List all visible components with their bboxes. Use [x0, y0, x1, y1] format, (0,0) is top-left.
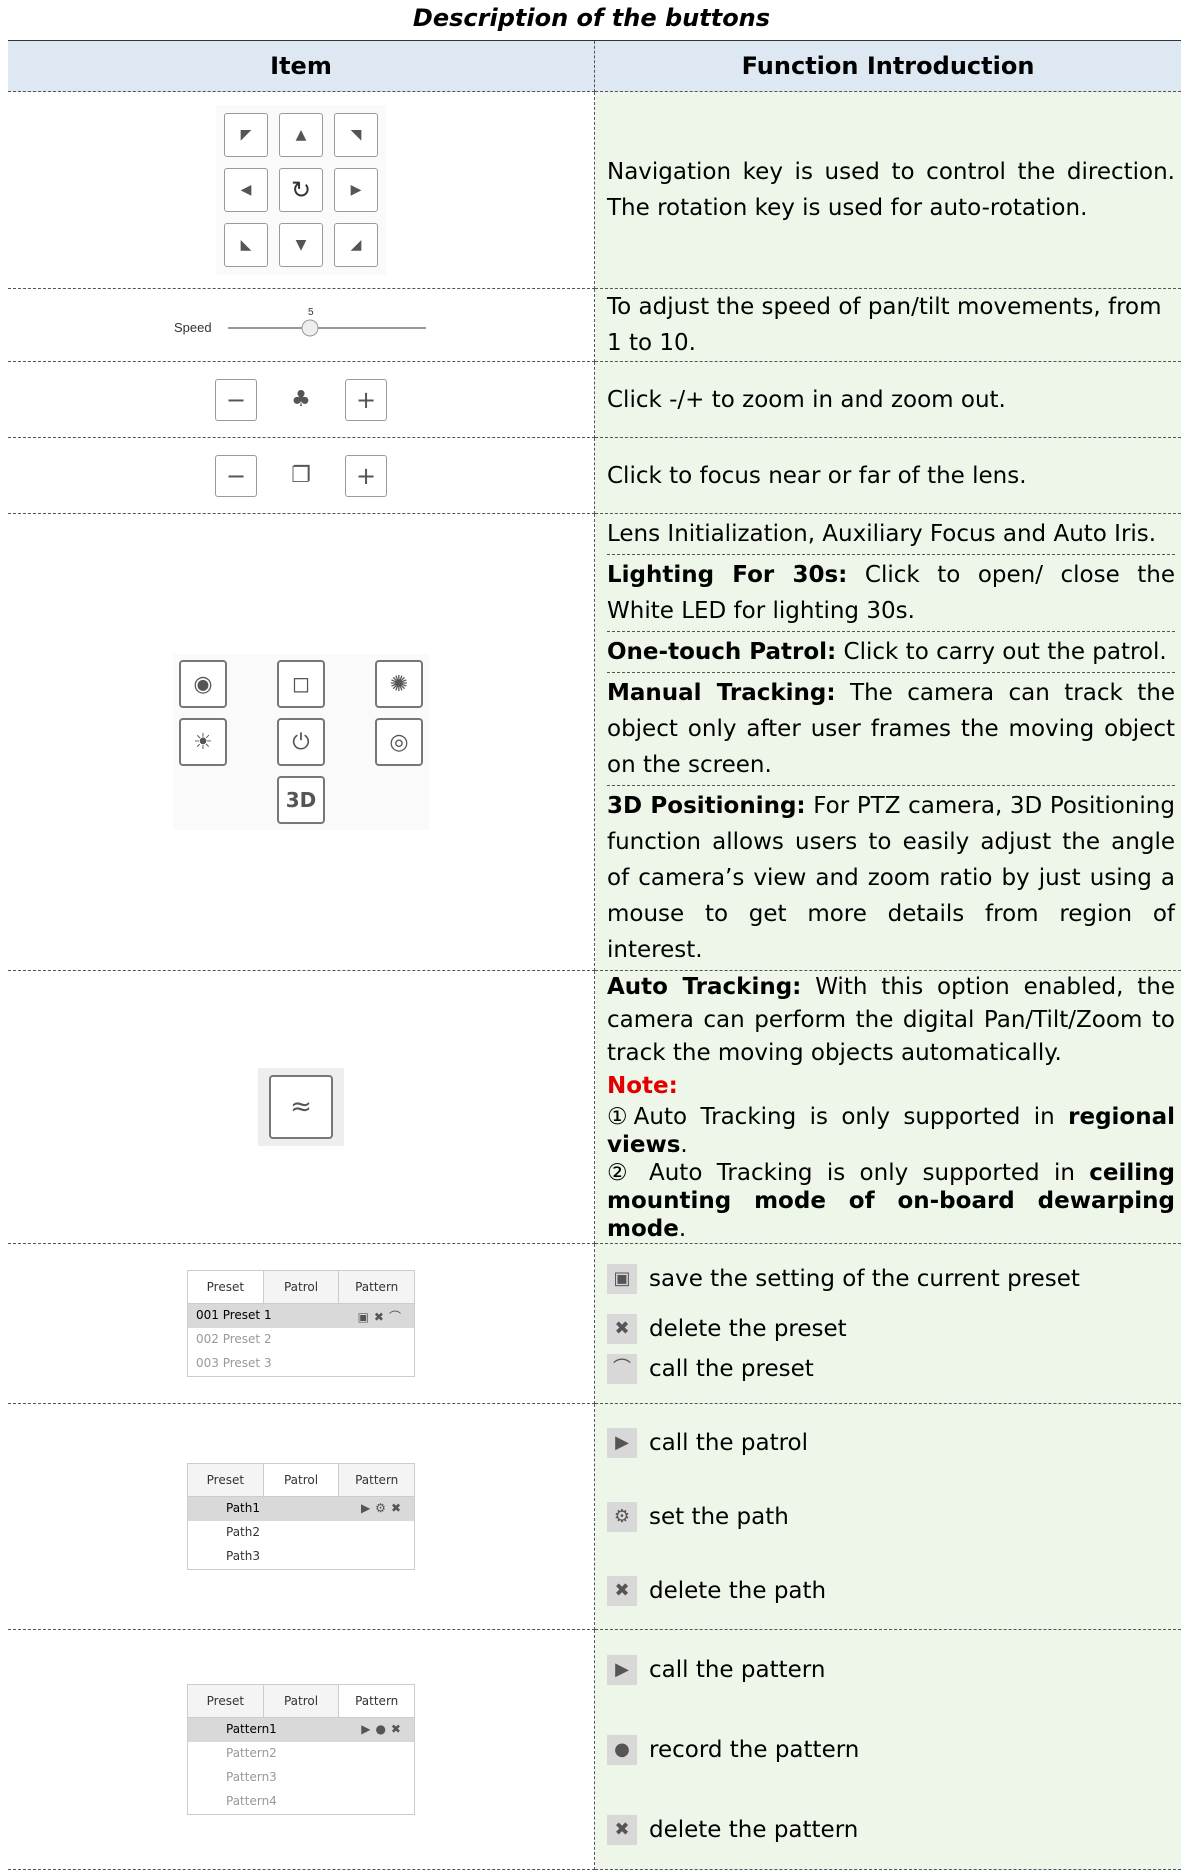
focus-far-button[interactable]: + [345, 454, 387, 497]
icon-group-description: Lens Initialization, Auxiliary Focus and… [594, 513, 1181, 971]
patrol-description: ▶ call the patrol ⚙ set the path ✖ delete t… [594, 1403, 1181, 1630]
down-right-arrow-icon[interactable]: ◢ [334, 223, 378, 267]
right-arrow-icon[interactable]: ▶ [334, 168, 378, 212]
buttons-table: Item Function Introduction ◤ ▲ ◥ ◀ ↻ ▶ ◣… [8, 40, 1181, 1870]
auxiliary-focus-icon[interactable]: ◻ [277, 660, 325, 708]
tab-pattern[interactable]: Pattern [339, 1685, 415, 1717]
preset-panel: Preset Patrol Pattern 001 Preset 1 ▣✖⌒ 00… [187, 1270, 415, 1377]
table-row: Preset Patrol Pattern Path1 ▶⚙✖ Path2 Pat… [8, 1403, 1181, 1630]
play-icon: ▶ [607, 1654, 637, 1685]
tab-patrol[interactable]: Patrol [263, 1685, 340, 1717]
3d-positioning-icon[interactable]: 3D [277, 776, 325, 824]
record-icon: ● [607, 1734, 637, 1765]
list-item[interactable]: Path3 [188, 1545, 414, 1569]
auto-iris-icon[interactable]: ✺ [375, 660, 423, 708]
zoom-cell: − ♣ + [8, 361, 595, 438]
tab-preset[interactable]: Preset [188, 1271, 264, 1303]
up-left-arrow-icon[interactable]: ◤ [224, 113, 268, 157]
table-row: Preset Patrol Pattern 001 Preset 1 ▣✖⌒ 00… [8, 1243, 1181, 1404]
speed-slider-cell: Speed 5 [8, 288, 595, 362]
tab-pattern[interactable]: Pattern [339, 1464, 415, 1496]
lens-init-icon[interactable]: ◉ [179, 660, 227, 708]
table-row: ◤ ▲ ◥ ◀ ↻ ▶ ◣ ▼ ◢ Navigation key is used… [8, 91, 1181, 289]
nav-pad-cell: ◤ ▲ ◥ ◀ ↻ ▶ ◣ ▼ ◢ [8, 91, 595, 289]
focus-near-button[interactable]: − [215, 454, 257, 497]
up-arrow-icon[interactable]: ▲ [279, 113, 323, 157]
auto-tracking-icon[interactable]: ≈ [269, 1075, 333, 1139]
list-item[interactable]: 003 Preset 3 [188, 1352, 414, 1376]
list-item[interactable]: 002 Preset 2 [188, 1328, 414, 1352]
one-touch-patrol-icon[interactable]: ⏻ [277, 718, 325, 766]
speed-handle [301, 319, 319, 337]
table-row: − ♣ + Click -/+ to zoom in and zoom out. [8, 361, 1181, 438]
tab-patrol[interactable]: Patrol [263, 1271, 340, 1303]
list-item[interactable]: Pattern2 [188, 1742, 414, 1766]
left-arrow-icon[interactable]: ◀ [224, 168, 268, 212]
list-item[interactable]: Pattern1 ▶●✖ [188, 1718, 414, 1742]
lens-line: Lens Initialization, Auxiliary Focus and… [607, 514, 1175, 555]
pattern-panel: Preset Patrol Pattern Pattern1 ▶●✖ Patter… [187, 1684, 415, 1815]
manual-tracking-line: Manual Tracking: The camera can track th… [607, 673, 1175, 786]
table-row: Preset Patrol Pattern Pattern1 ▶●✖ Patter… [8, 1629, 1181, 1870]
patrol-line: One-touch Patrol: Click to carry out the… [607, 632, 1175, 673]
table-row: ≈ Auto Tracking: With this option enable… [8, 970, 1181, 1244]
preset-description: ▣ save the setting of the current preset … [594, 1243, 1181, 1404]
focus-icon: ❐ [291, 463, 311, 488]
list-item[interactable]: Path1 ▶⚙✖ [188, 1497, 414, 1521]
tab-pattern[interactable]: Pattern [339, 1271, 415, 1303]
list-item[interactable]: Path2 [188, 1521, 414, 1545]
speed-description: To adjust the speed of pan/tilt movement… [594, 288, 1181, 362]
speed-slider[interactable]: Speed 5 [166, 302, 436, 342]
nav-pad: ◤ ▲ ◥ ◀ ↻ ▶ ◣ ▼ ◢ [216, 105, 386, 275]
auto-tracking-cell: ≈ [8, 970, 595, 1244]
call-icon: ⌒ [607, 1353, 637, 1384]
header-function: Function Introduction [594, 40, 1181, 92]
speed-value: 5 [308, 307, 314, 318]
table-row: − ❐ + Click to focus near or far of the … [8, 437, 1181, 514]
list-item[interactable]: 001 Preset 1 ▣✖⌒ [188, 1304, 414, 1328]
auto-tracking-description: Auto Tracking: With this option enabled,… [594, 970, 1181, 1244]
gear-icon: ⚙ [607, 1501, 637, 1532]
patrol-panel: Preset Patrol Pattern Path1 ▶⚙✖ Path2 Pat… [187, 1463, 415, 1570]
table-row: Speed 5 To adjust the speed of pan/tilt … [8, 288, 1181, 362]
tab-preset[interactable]: Preset [188, 1464, 264, 1496]
zoom-description: Click -/+ to zoom in and zoom out. [594, 361, 1181, 438]
delete-icon: ✖ [607, 1814, 637, 1845]
table-row: ◉ ◻ ✺ ☀ ⏻ ◎ 3D Lens Initialization, Auxi… [8, 513, 1181, 971]
patrol-panel-cell: Preset Patrol Pattern Path1 ▶⚙✖ Path2 Pat… [8, 1403, 595, 1630]
save-icon: ▣ [607, 1263, 637, 1294]
pattern-description: ▶ call the pattern ● record the pattern ✖ d… [594, 1629, 1181, 1870]
document-title: Description of the buttons [412, 4, 771, 32]
trees-icon: ♣ [291, 387, 311, 412]
note-label: Note: [607, 1073, 678, 1099]
lighting-icon[interactable]: ☀ [179, 718, 227, 766]
zoom-out-button[interactable]: − [215, 378, 257, 421]
focus-description: Click to focus near or far of the lens. [594, 437, 1181, 514]
speed-label: Speed [174, 320, 212, 335]
focus-cell: − ❐ + [8, 437, 595, 514]
icon-group-cell: ◉ ◻ ✺ ☀ ⏻ ◎ 3D [8, 513, 595, 971]
list-item[interactable]: Pattern3 [188, 1766, 414, 1790]
preset-panel-cell: Preset Patrol Pattern 001 Preset 1 ▣✖⌒ 00… [8, 1243, 595, 1404]
down-left-arrow-icon[interactable]: ◣ [224, 223, 268, 267]
lighting-line: Lighting For 30s: Click to open/ close t… [607, 555, 1175, 632]
3d-positioning-line: 3D Positioning: For PTZ camera, 3D Posit… [607, 793, 1175, 963]
list-item[interactable]: Pattern4 [188, 1790, 414, 1814]
manual-tracking-icon[interactable]: ◎ [375, 718, 423, 766]
tab-preset[interactable]: Preset [188, 1685, 264, 1717]
play-icon: ▶ [607, 1427, 637, 1458]
tab-patrol[interactable]: Patrol [263, 1464, 340, 1496]
rotate-icon[interactable]: ↻ [279, 168, 323, 212]
delete-icon: ✖ [607, 1313, 637, 1344]
nav-description: Navigation key is used to control the di… [594, 91, 1181, 289]
up-right-arrow-icon[interactable]: ◥ [334, 113, 378, 157]
zoom-in-button[interactable]: + [345, 378, 387, 421]
table-header-row: Item Function Introduction [8, 40, 1181, 92]
delete-icon: ✖ [607, 1575, 637, 1606]
down-arrow-icon[interactable]: ▼ [279, 223, 323, 267]
header-item: Item [8, 40, 595, 92]
pattern-panel-cell: Preset Patrol Pattern Pattern1 ▶●✖ Patter… [8, 1629, 595, 1870]
